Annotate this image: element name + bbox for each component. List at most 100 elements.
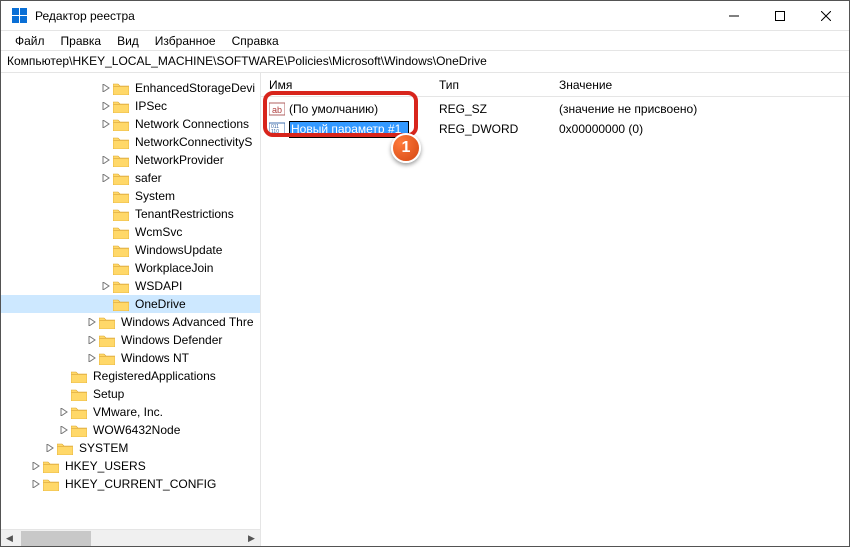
tree-item[interactable]: HKEY_USERS [1,457,260,475]
tree-item[interactable]: Windows Advanced Thre [1,313,260,331]
tree-twisty-icon[interactable] [99,243,113,257]
folder-icon [113,298,129,311]
values-list[interactable]: (По умолчанию)REG_SZ(значение не присвое… [261,97,849,546]
maximize-button[interactable] [757,1,803,31]
tree-item[interactable]: Windows Defender [1,331,260,349]
tree-item[interactable]: EnhancedStorageDevi [1,79,260,97]
scroll-thumb[interactable] [21,531,91,546]
tree-twisty-icon[interactable] [57,369,71,383]
tree-item[interactable]: WcmSvc [1,223,260,241]
folder-icon [113,82,129,95]
titlebar: Редактор реестра [1,1,849,31]
address-path: Компьютер\HKEY_LOCAL_MACHINE\SOFTWARE\Po… [7,54,487,68]
tree-item-label: Windows Advanced Thre [119,315,256,329]
tree-item-label: WOW6432Node [91,423,182,437]
tree-twisty-icon[interactable] [99,225,113,239]
tree-twisty-icon[interactable] [85,315,99,329]
tree-twisty-icon[interactable] [99,189,113,203]
tree-item[interactable]: WSDAPI [1,277,260,295]
menu-help[interactable]: Справка [224,32,287,50]
tree-item[interactable]: NetworkProvider [1,151,260,169]
tree-item[interactable]: HKEY_CURRENT_CONFIG [1,475,260,493]
value-row[interactable]: (По умолчанию)REG_SZ(значение не присвое… [261,99,849,119]
tree-item-label: RegisteredApplications [91,369,218,383]
tree-item-label: TenantRestrictions [133,207,236,221]
folder-icon [113,118,129,131]
tree-item[interactable]: WOW6432Node [1,421,260,439]
folder-icon [57,442,73,455]
tree-item-label: IPSec [133,99,169,113]
value-data-cell: (значение не присвоено) [551,102,849,116]
folder-icon [113,100,129,113]
minimize-button[interactable] [711,1,757,31]
menu-favorites[interactable]: Избранное [147,32,224,50]
close-button[interactable] [803,1,849,31]
value-row[interactable]: REG_DWORD0x00000000 (0) [261,119,849,139]
folder-icon [113,172,129,185]
tree-item[interactable]: WindowsUpdate [1,241,260,259]
tree-twisty-icon[interactable] [99,99,113,113]
tree-item[interactable]: TenantRestrictions [1,205,260,223]
column-type[interactable]: Тип [431,78,551,92]
menu-view[interactable]: Вид [109,32,147,50]
tree-twisty-icon[interactable] [57,387,71,401]
tree-item-label: Setup [91,387,126,401]
tree-twisty-icon[interactable] [99,207,113,221]
tree-twisty-icon[interactable] [99,153,113,167]
tree-item[interactable]: safer [1,169,260,187]
values-pane: Имя Тип Значение (По умолчанию)REG_SZ(зн… [261,73,849,546]
tree-item-label: WindowsUpdate [133,243,224,257]
tree-item-label: Windows Defender [119,333,224,347]
regedit-icon [11,8,27,24]
tree-item[interactable]: Setup [1,385,260,403]
folder-icon [99,334,115,347]
tree-twisty-icon[interactable] [29,477,43,491]
tree-item-label: WSDAPI [133,279,184,293]
menu-file[interactable]: Файл [7,32,53,50]
tree-item[interactable]: Windows NT [1,349,260,367]
tree-twisty-icon[interactable] [99,261,113,275]
tree-item[interactable]: VMware, Inc. [1,403,260,421]
tree-twisty-icon[interactable] [85,351,99,365]
tree-item[interactable]: Network Connections [1,115,260,133]
tree-twisty-icon[interactable] [99,297,113,311]
tree-item[interactable]: OneDrive [1,295,260,313]
tree-twisty-icon[interactable] [57,405,71,419]
column-value[interactable]: Значение [551,78,849,92]
value-type-cell: REG_SZ [431,102,551,116]
dword-value-icon [269,121,285,137]
tree-twisty-icon[interactable] [99,117,113,131]
scroll-left-arrow-icon[interactable]: ◀ [1,530,18,547]
window-title: Редактор реестра [35,9,135,23]
tree-item[interactable]: System [1,187,260,205]
menubar: Файл Правка Вид Избранное Справка [1,31,849,51]
tree-twisty-icon[interactable] [99,279,113,293]
menu-edit[interactable]: Правка [53,32,110,50]
tree-item[interactable]: RegisteredApplications [1,367,260,385]
tree-horizontal-scrollbar[interactable]: ◀ ▶ [1,529,260,546]
tree-item[interactable]: WorkplaceJoin [1,259,260,277]
tree-twisty-icon[interactable] [57,423,71,437]
tree-item-label: HKEY_CURRENT_CONFIG [63,477,218,491]
tree-item[interactable]: IPSec [1,97,260,115]
tree-twisty-icon[interactable] [85,333,99,347]
string-value-icon [269,101,285,117]
tree-twisty-icon[interactable] [29,459,43,473]
tree-twisty-icon[interactable] [99,81,113,95]
scroll-right-arrow-icon[interactable]: ▶ [243,530,260,547]
folder-icon [71,424,87,437]
tree-twisty-icon[interactable] [43,441,57,455]
registry-editor-window: Редактор реестра Файл Правка Вид Избранн… [0,0,850,547]
tree-item[interactable]: SYSTEM [1,439,260,457]
value-name-edit-input[interactable] [289,121,409,138]
tree-item[interactable]: NetworkConnectivityS [1,133,260,151]
tree-item-label: EnhancedStorageDevi [133,81,257,95]
tree-twisty-icon[interactable] [99,171,113,185]
address-bar[interactable]: Компьютер\HKEY_LOCAL_MACHINE\SOFTWARE\Po… [1,51,849,73]
tree-twisty-icon[interactable] [99,135,113,149]
tree-pane[interactable]: EnhancedStorageDevi IPSec Network Connecti… [1,73,261,546]
column-name[interactable]: Имя [261,78,431,92]
value-name-cell [261,121,431,138]
value-data-cell: 0x00000000 (0) [551,122,849,136]
folder-icon [113,208,129,221]
